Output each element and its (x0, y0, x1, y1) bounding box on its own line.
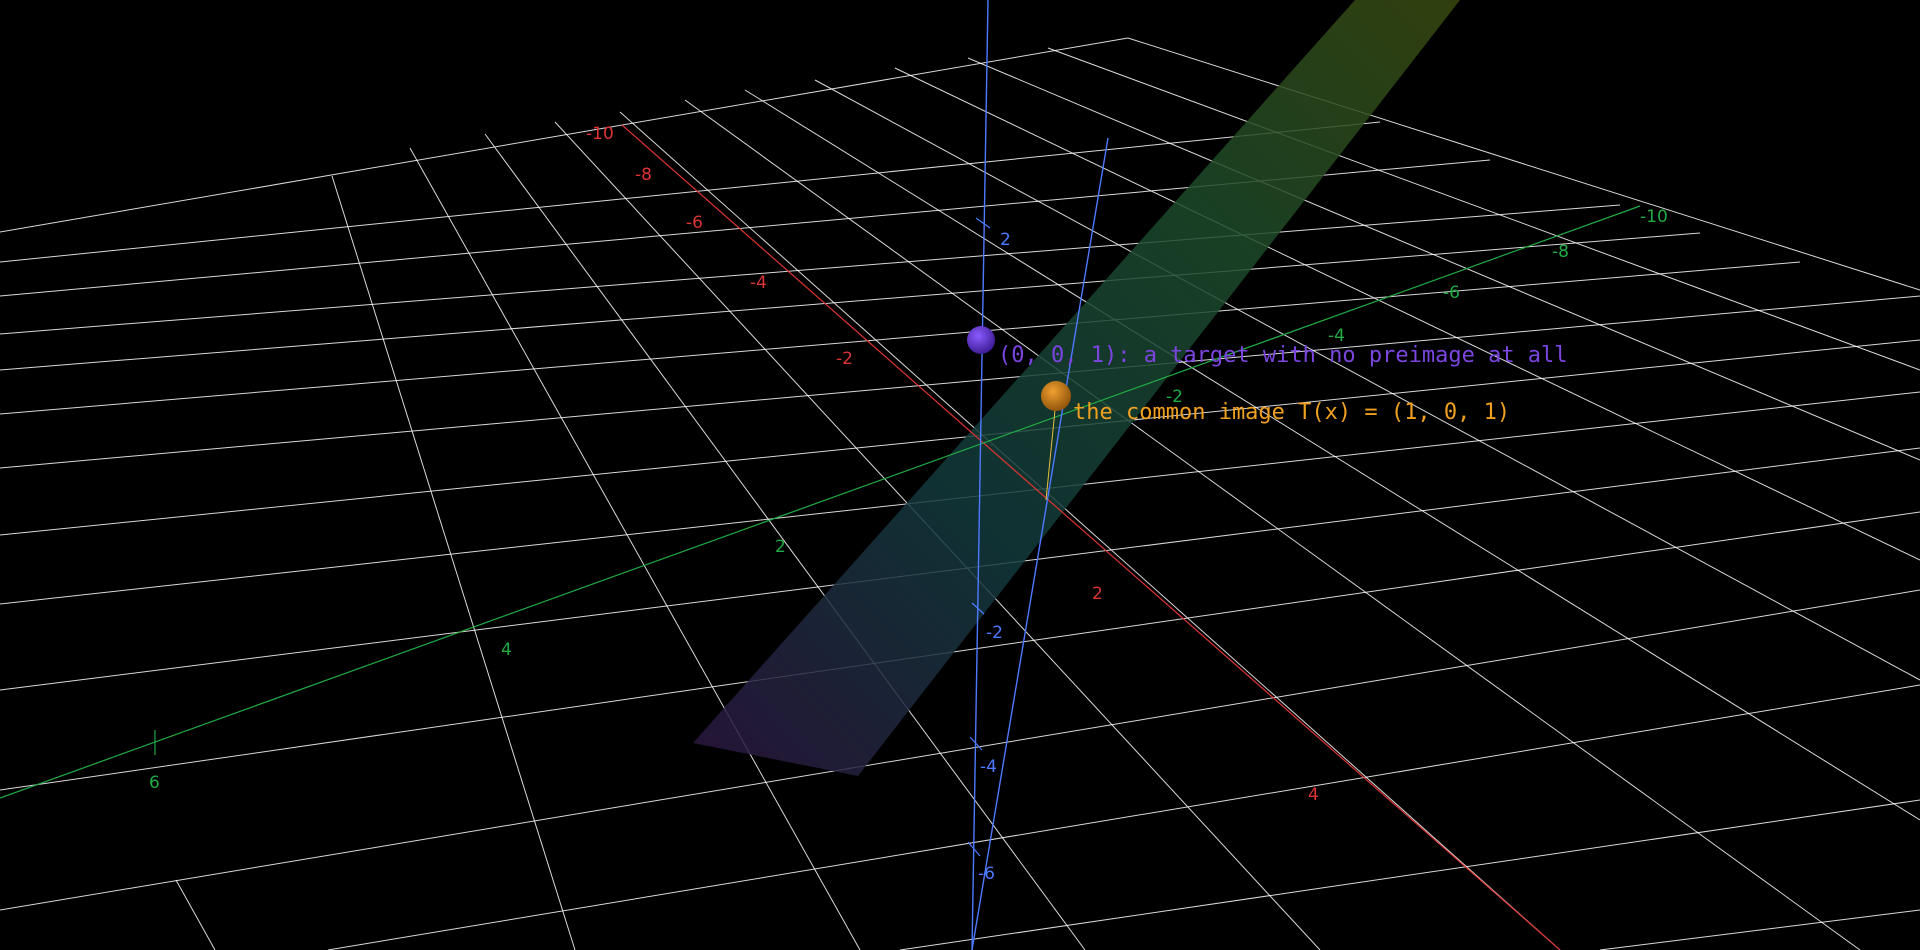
y-tick-label: 2 (775, 537, 786, 557)
x-tick-label: -4 (750, 273, 767, 293)
y-tick-label: -8 (1552, 242, 1569, 262)
axes (0, 0, 1641, 950)
y-tick-label: 6 (149, 773, 160, 793)
target-point[interactable] (967, 326, 995, 354)
x-tick-label: -10 (586, 124, 614, 144)
x-tick-label: -2 (836, 349, 853, 369)
y-tick-label: -6 (1443, 283, 1460, 303)
x-tick-label: 4 (1308, 785, 1319, 805)
z-tick-label: 2 (1000, 230, 1011, 250)
image-point[interactable] (1041, 381, 1071, 411)
image-plane (693, 0, 1460, 776)
z-tick-2 (975, 217, 991, 229)
x-tick-label: -6 (686, 213, 703, 233)
y-tick-label: -10 (1640, 207, 1668, 227)
z-tick-label: -2 (986, 623, 1003, 643)
x-tick-label: -8 (635, 165, 652, 185)
target-point-label: (0, 0, 1): a target with no preimage at … (998, 343, 1568, 368)
x-tick-label: 2 (1092, 584, 1103, 604)
y-tick-label: 4 (501, 640, 512, 660)
image-point-label: the common image T(x) = (1, 0, 1) (1073, 400, 1510, 425)
z-tick-label: -4 (980, 757, 997, 777)
3d-scene[interactable]: -10 -8 -6 -4 -2 2 4 -10 -8 -6 -4 -2 2 4 … (0, 0, 1920, 950)
z-tick-label: -6 (978, 864, 995, 884)
